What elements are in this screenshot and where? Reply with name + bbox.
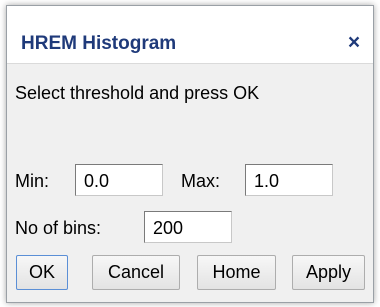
dialog-title: HREM Histogram bbox=[21, 33, 177, 54]
ok-button[interactable]: OK bbox=[16, 255, 68, 290]
max-label: Max: bbox=[181, 171, 221, 191]
apply-button[interactable]: Apply bbox=[292, 255, 365, 290]
bins-label: No of bins: bbox=[15, 218, 102, 238]
home-button[interactable]: Home bbox=[197, 255, 276, 290]
max-input[interactable] bbox=[245, 164, 333, 196]
hrem-histogram-dialog: HREM Histogram × Select threshold and pr… bbox=[6, 5, 374, 303]
dialog-titlebar[interactable]: HREM Histogram × bbox=[7, 6, 373, 64]
instruction-text: Select threshold and press OK bbox=[15, 83, 260, 103]
min-label: Min: bbox=[15, 171, 50, 191]
dialog-body: Select threshold and press OK Min: Max: … bbox=[7, 64, 373, 302]
close-icon[interactable]: × bbox=[343, 31, 365, 55]
cancel-button[interactable]: Cancel bbox=[92, 255, 180, 290]
min-input[interactable] bbox=[75, 164, 163, 196]
bins-input[interactable] bbox=[144, 211, 232, 243]
